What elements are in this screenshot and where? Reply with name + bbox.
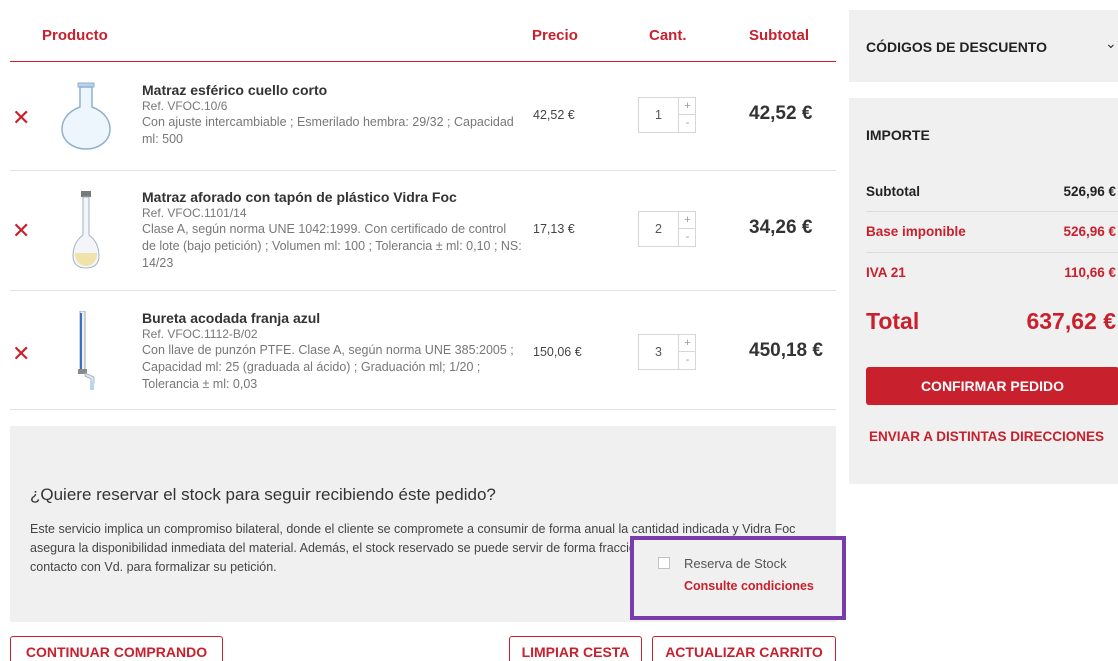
summary-title: IMPORTE [866, 127, 930, 143]
product-ref: Ref. VFOC.1101/14 [142, 206, 247, 220]
discount-codes-panel[interactable]: CÓDIGOS DE DESCUENTO ⌄ [849, 10, 1118, 82]
row-subtotal: 42,52 € [749, 103, 813, 124]
decrement-button[interactable]: - [678, 115, 696, 132]
conditions-link[interactable]: Consulte condiciones [684, 579, 814, 593]
order-summary-panel: IMPORTE Subtotal 526,96 € Base imponible… [849, 98, 1118, 484]
product-desc: Con llave de punzón PTFE. Clase A, según… [142, 343, 514, 391]
cart-row: ✕ Matraz aforado con tapón de plástico V… [10, 171, 836, 291]
summary-row-taxable-base: Base imponible 526,96 € [866, 224, 1116, 239]
increment-button[interactable]: + [678, 98, 696, 115]
summary-row-subtotal: Subtotal 526,96 € [866, 184, 1116, 199]
volumetric-flask-icon [72, 191, 100, 269]
chevron-down-icon[interactable]: ⌄ [1105, 35, 1117, 52]
header-product: Producto [42, 27, 108, 44]
unit-price: 42,52 € [533, 108, 575, 122]
confirm-order-button[interactable]: CONFIRMAR PEDIDO [866, 367, 1118, 405]
clear-cart-button[interactable]: LIMPIAR CESTA [509, 636, 642, 661]
quantity-stepper[interactable]: 1 + - [638, 97, 696, 133]
row-subtotal: 450,18 € [749, 340, 823, 361]
summary-label: Subtotal [866, 184, 920, 199]
summary-label: IVA 21 [866, 265, 906, 280]
divider [866, 211, 1118, 212]
cart-row: ✕ Matraz esférico cuello corto Ref. VFOC… [10, 63, 836, 171]
reserve-stock-panel: ¿Quiere reservar el stock para seguir re… [10, 426, 846, 622]
quantity-input[interactable]: 2 [639, 212, 678, 246]
quantity-stepper[interactable]: 2 + - [638, 211, 696, 247]
total-value: 637,62 € [1026, 308, 1116, 334]
product-name[interactable]: Matraz aforado con tapón de plástico Vid… [142, 189, 522, 206]
total-label: Total [866, 308, 920, 334]
summary-value: 110,66 € [1064, 265, 1116, 280]
increment-button[interactable]: + [678, 212, 696, 229]
round-flask-icon [58, 81, 114, 151]
header-qty: Cant. [649, 27, 687, 44]
summary-value: 526,96 € [1063, 184, 1116, 199]
product-info: Bureta acodada franja azul Ref. VFOC.111… [142, 310, 522, 393]
decrement-button[interactable]: - [678, 352, 696, 369]
unit-price: 17,13 € [533, 222, 575, 236]
update-cart-button[interactable]: ACTUALIZAR CARRITO [652, 636, 836, 661]
cart-row: ✕ Bureta acodada franja azul Ref. VFOC.1… [10, 291, 836, 410]
product-name[interactable]: Matraz esférico cuello corto [142, 82, 522, 99]
reserve-title: ¿Quiere reservar el stock para seguir re… [30, 485, 496, 504]
quantity-stepper[interactable]: 3 + - [638, 334, 696, 370]
table-header: Producto Precio Cant. Subtotal [10, 0, 836, 62]
summary-total: Total 637,62 € [866, 308, 1116, 335]
remove-item-icon[interactable]: ✕ [12, 343, 30, 365]
multiple-addresses-link[interactable]: ENVIAR A DISTINTAS DIRECCIONES [869, 429, 1104, 444]
reserve-stock-checkbox[interactable] [658, 557, 670, 569]
summary-value: 526,96 € [1063, 224, 1116, 239]
discount-codes-title[interactable]: CÓDIGOS DE DESCUENTO [866, 39, 1047, 55]
header-subtotal: Subtotal [749, 27, 809, 44]
header-price: Precio [532, 27, 578, 44]
product-name[interactable]: Bureta acodada franja azul [142, 310, 522, 327]
remove-item-icon[interactable]: ✕ [12, 220, 30, 242]
remove-item-icon[interactable]: ✕ [12, 107, 30, 129]
quantity-input[interactable]: 1 [639, 98, 678, 132]
burette-icon [74, 310, 98, 391]
row-subtotal: 34,26 € [749, 217, 813, 238]
product-ref: Ref. VFOC.10/6 [142, 99, 228, 113]
product-desc: Con ajuste intercambiable ; Esmerilado h… [142, 115, 514, 146]
reserve-stock-label[interactable]: Reserva de Stock [684, 556, 787, 571]
summary-label: Base imponible [866, 224, 966, 239]
product-info: Matraz esférico cuello corto Ref. VFOC.1… [142, 82, 522, 148]
product-desc: Clase A, según norma UNE 1042:1999. Con … [142, 222, 522, 270]
product-ref: Ref. VFOC.1112-B/02 [142, 327, 258, 341]
summary-row-vat: IVA 21 110,66 € [866, 265, 1116, 280]
decrement-button[interactable]: - [678, 229, 696, 246]
product-info: Matraz aforado con tapón de plástico Vid… [142, 189, 522, 272]
divider [866, 252, 1118, 253]
quantity-input[interactable]: 3 [639, 335, 678, 369]
continue-shopping-button[interactable]: CONTINUAR COMPRANDO [10, 636, 223, 661]
unit-price: 150,06 € [533, 345, 582, 359]
increment-button[interactable]: + [678, 335, 696, 352]
reserve-option-box: Reserva de Stock Consulte condiciones [630, 536, 846, 620]
